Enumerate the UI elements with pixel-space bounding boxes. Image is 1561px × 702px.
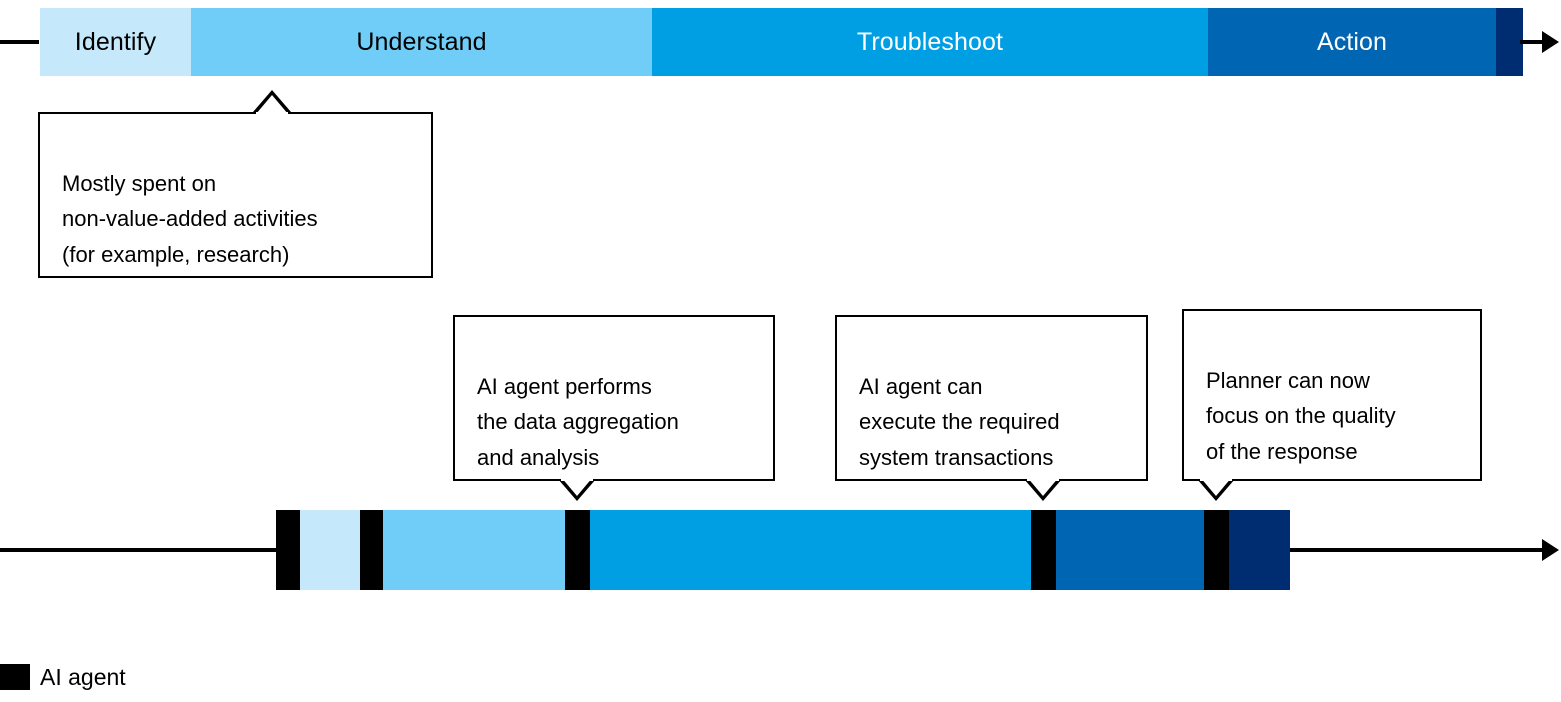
callout-research-text: Mostly spent on non-value-added activiti… (62, 170, 318, 267)
callout-research: Mostly spent on non-value-added activiti… (38, 112, 433, 278)
callout-system-transactions: AI agent can execute the required system… (835, 315, 1148, 481)
callout-planner-quality-text: Planner can now focus on the quality of … (1206, 367, 1396, 464)
phase-action-label: Action (1316, 27, 1388, 56)
phase-identify-label: Identify (74, 27, 157, 56)
callout-data-aggregation: AI agent performs the data aggregation a… (453, 315, 775, 481)
legend: AI agent (0, 664, 126, 690)
segment-ai-agent-1[interactable] (276, 510, 300, 590)
callout-research-tail-mask (256, 112, 288, 115)
segment-ai-agent-2[interactable] (360, 510, 383, 590)
top-axis-line-left (0, 40, 39, 44)
bottom-axis-line-right (1288, 548, 1544, 552)
phase-action[interactable]: Action (1208, 8, 1496, 76)
segment-ai-agent-4[interactable] (1031, 510, 1056, 590)
callout-data-aggregation-text: AI agent performs the data aggregation a… (477, 373, 679, 470)
segment-ai-agent-3[interactable] (565, 510, 590, 590)
legend-ai-agent-label: AI agent (40, 663, 126, 690)
bottom-axis-line-left (0, 548, 280, 552)
callout-data-aggregation-tail-mask (561, 478, 593, 481)
ai-assisted-timeline (276, 510, 1290, 590)
phase-identify[interactable]: Identify (40, 8, 191, 76)
segment-ai-agent-5[interactable] (1204, 510, 1229, 590)
top-axis-arrow-icon (1542, 31, 1559, 53)
legend-ai-agent-swatch-icon (0, 664, 30, 690)
diagram-canvas: Identify Understand Troubleshoot Action … (0, 0, 1561, 702)
current-state-timeline: Identify Understand Troubleshoot Action (40, 8, 1523, 76)
top-axis-line-right (1520, 40, 1544, 44)
bottom-axis-arrow-icon (1542, 539, 1559, 561)
segment-understand[interactable] (383, 510, 565, 590)
callout-planner-quality: Planner can now focus on the quality of … (1182, 309, 1482, 481)
phase-troubleshoot-label: Troubleshoot (856, 27, 1004, 56)
phase-understand[interactable]: Understand (191, 8, 652, 76)
phase-understand-label: Understand (356, 27, 487, 56)
callout-system-transactions-tail-mask (1027, 478, 1059, 481)
segment-action-tail[interactable] (1229, 510, 1290, 590)
segment-troubleshoot[interactable] (590, 510, 1031, 590)
callout-system-transactions-text: AI agent can execute the required system… (859, 373, 1060, 470)
phase-tail (1496, 8, 1523, 76)
segment-identify[interactable] (300, 510, 360, 590)
phase-troubleshoot[interactable]: Troubleshoot (652, 8, 1208, 76)
callout-planner-quality-tail-mask (1200, 478, 1232, 481)
segment-action[interactable] (1056, 510, 1204, 590)
